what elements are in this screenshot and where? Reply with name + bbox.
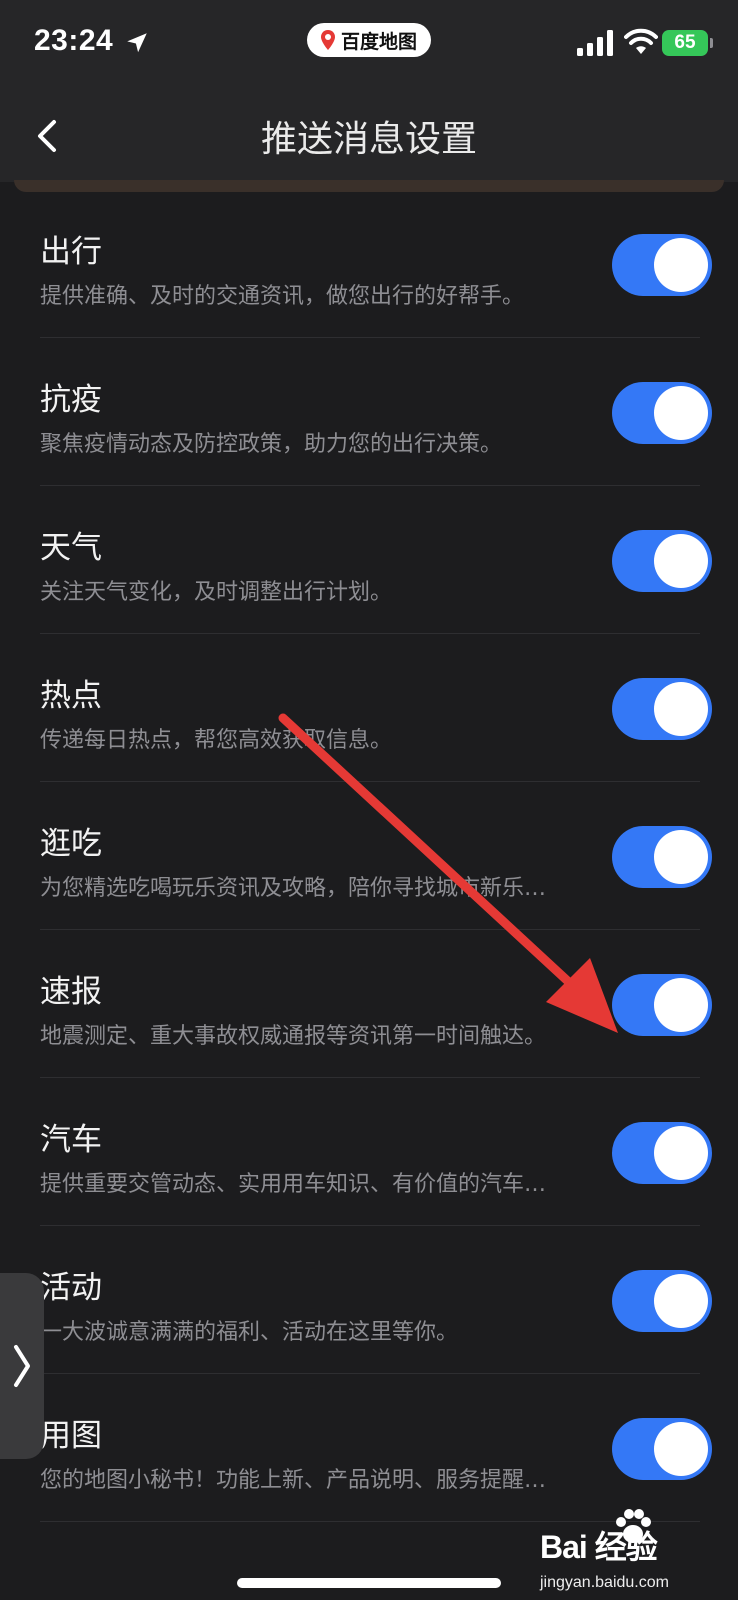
setting-title: 天气 [40, 530, 102, 566]
toggle-switch[interactable] [612, 826, 712, 888]
wifi-icon [624, 28, 658, 54]
toggle-knob [654, 682, 708, 736]
setting-row-hot-topics: 热点 传递每日热点，帮您高效获取信息。 [40, 634, 713, 782]
battery-level: 65 [674, 32, 696, 53]
toggle-switch[interactable] [612, 1122, 712, 1184]
setting-row-food: 逛吃 为您精选吃喝玩乐资讯及攻略，陪你寻找城市新乐… [40, 782, 713, 930]
setting-row-travel: 出行 提供准确、及时的交通资讯，做您出行的好帮手。 [40, 190, 713, 338]
setting-title: 逛吃 [40, 826, 102, 862]
toggle-knob [654, 386, 708, 440]
setting-description: 聚焦疫情动态及防控政策，助力您的出行决策。 [40, 432, 503, 457]
chevron-right-icon [14, 1345, 30, 1387]
toggle-knob [654, 1422, 708, 1476]
toggle-knob [654, 1126, 708, 1180]
setting-row-flash-news: 速报 地震测定、重大事故权威通报等资讯第一时间触达。 [40, 930, 713, 1078]
setting-title: 活动 [40, 1270, 102, 1306]
toggle-switch[interactable] [612, 1270, 712, 1332]
paw-icon [616, 1509, 651, 1543]
setting-description: 传递每日热点，帮您高效获取信息。 [40, 728, 393, 753]
toggle-knob [654, 534, 708, 588]
setting-description: 地震测定、重大事故权威通报等资讯第一时间触达。 [40, 1024, 547, 1049]
toggle-switch[interactable] [612, 382, 712, 444]
setting-description: 为您精选吃喝玩乐资讯及攻略，陪你寻找城市新乐… [40, 876, 547, 901]
status-bar: 23:24 百度地图 65 [0, 0, 738, 90]
side-expand-tab[interactable] [0, 1273, 44, 1459]
setting-title: 速报 [40, 974, 102, 1010]
app-indicator-pill[interactable]: 百度地图 [307, 23, 431, 57]
location-arrow-icon [127, 33, 147, 53]
home-indicator [237, 1578, 501, 1588]
setting-title: 汽车 [40, 1122, 102, 1158]
navigation-bar: 推送消息设置 [0, 90, 738, 182]
setting-title: 出行 [40, 234, 102, 270]
battery-indicator: 65 [662, 30, 713, 56]
watermark-url: jingyan.baidu.com [540, 1574, 669, 1591]
toggle-switch[interactable] [612, 974, 712, 1036]
map-pin-icon [320, 30, 335, 50]
toggle-switch[interactable] [612, 530, 712, 592]
toggle-knob [654, 1274, 708, 1328]
setting-title: 用图 [40, 1418, 102, 1454]
setting-row-epidemic: 抗疫 聚焦疫情动态及防控政策，助力您的出行决策。 [40, 338, 713, 486]
status-time: 23:24 [34, 24, 114, 57]
toggle-knob [654, 238, 708, 292]
toggle-switch[interactable] [612, 1418, 712, 1480]
toggle-knob [654, 830, 708, 884]
setting-description: 一大波诚意满满的福利、活动在这里等你。 [40, 1320, 459, 1345]
cellular-signal-icon [577, 30, 613, 56]
setting-row-car: 汽车 提供重要交管动态、实用用车知识、有价值的汽车… [40, 1078, 713, 1226]
toggle-switch[interactable] [612, 234, 712, 296]
setting-row-events: 活动 一大波诚意满满的福利、活动在这里等你。 [40, 1226, 713, 1374]
setting-title: 抗疫 [40, 382, 102, 418]
setting-description: 提供准确、及时的交通资讯，做您出行的好帮手。 [40, 284, 525, 309]
setting-description: 关注天气变化，及时调整出行计划。 [40, 580, 393, 605]
toggle-knob [654, 978, 708, 1032]
setting-description: 提供重要交管动态、实用用车知识、有价值的汽车… [40, 1172, 547, 1197]
page-title: 推送消息设置 [260, 119, 477, 160]
toggle-switch[interactable] [612, 678, 712, 740]
setting-description: 您的地图小秘书！功能上新、产品说明、服务提醒… [40, 1468, 547, 1493]
app-name: 百度地图 [340, 30, 417, 53]
setting-title: 热点 [40, 678, 102, 714]
baidu-jingyan-watermark: Bai 经验 jingyan.baidu.com [540, 1500, 730, 1596]
setting-row-weather: 天气 关注天气变化，及时调整出行计划。 [40, 486, 713, 634]
